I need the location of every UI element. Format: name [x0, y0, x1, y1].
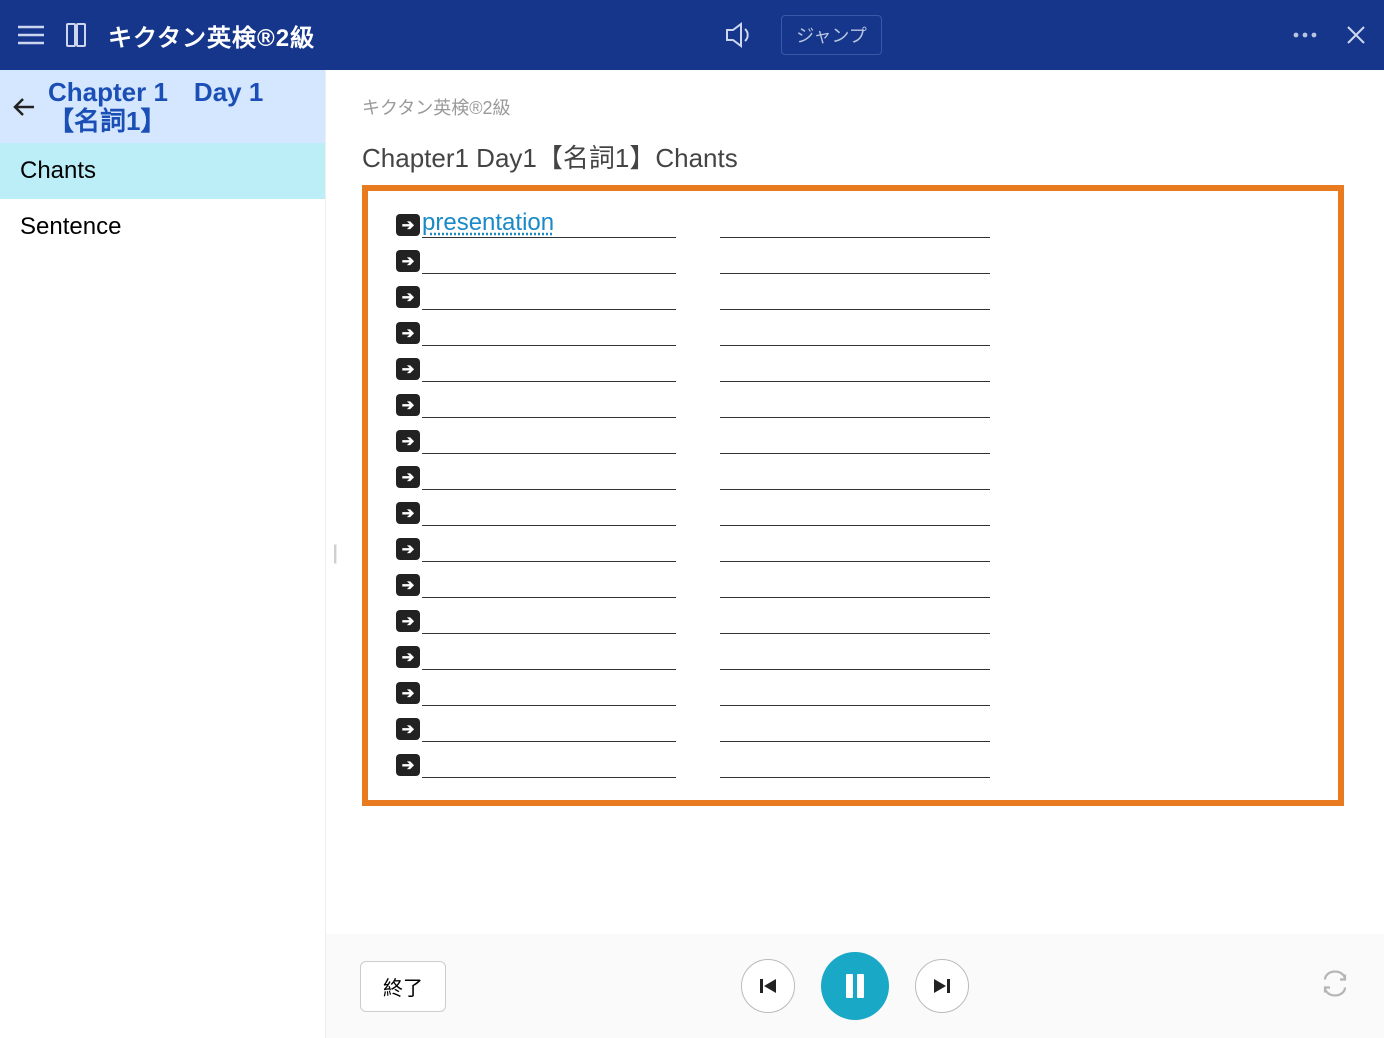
breadcrumb: キクタン英検®2級 [362, 94, 1344, 120]
vocab-word [422, 678, 676, 706]
vocab-meaning [720, 570, 990, 598]
vocab-row: ➔ [396, 498, 1310, 526]
back-icon[interactable] [12, 95, 36, 119]
vocab-row: ➔ [396, 714, 1310, 742]
menu-icon[interactable] [18, 25, 44, 45]
vocab-word [422, 282, 676, 310]
vocab-word [422, 534, 676, 562]
section-title: Chapter1 Day1【名詞1】Chants [362, 138, 1344, 175]
vocab-row: ➔ [396, 318, 1310, 346]
more-icon[interactable] [1292, 31, 1318, 39]
vocab-word [422, 606, 676, 634]
arrow-right-icon[interactable]: ➔ [396, 250, 420, 272]
vocab-word [422, 750, 676, 778]
vocab-row: ➔ [396, 462, 1310, 490]
vocab-word [422, 246, 676, 274]
arrow-right-icon[interactable]: ➔ [396, 502, 420, 524]
vocab-meaning [720, 606, 990, 634]
close-icon[interactable] [1346, 25, 1366, 45]
vocab-meaning [720, 714, 990, 742]
arrow-right-icon[interactable]: ➔ [396, 754, 420, 776]
vocab-meaning [720, 210, 990, 238]
player-bar: 終了 [326, 934, 1384, 1038]
repeat-icon[interactable] [1320, 971, 1350, 1002]
vocab-meaning [720, 498, 990, 526]
jump-button[interactable]: ジャンプ [781, 15, 882, 55]
arrow-right-icon[interactable]: ➔ [396, 538, 420, 560]
vocab-meaning [720, 642, 990, 670]
vocab-row: ➔ [396, 606, 1310, 634]
vocab-meaning [720, 282, 990, 310]
vocab-word [422, 462, 676, 490]
vocab-row: ➔ [396, 534, 1310, 562]
vocab-word [422, 714, 676, 742]
vocab-meaning [720, 354, 990, 382]
sidebar-item-chants[interactable]: Chants [0, 143, 325, 199]
app-header: キクタン英検®2級 ジャンプ [0, 0, 1384, 70]
end-button[interactable]: 終了 [360, 961, 446, 1012]
vocab-word [422, 354, 676, 382]
vocab-meaning [720, 678, 990, 706]
speaker-icon[interactable] [725, 22, 755, 48]
vocab-word [422, 318, 676, 346]
vocab-row: ➔ [396, 570, 1310, 598]
vocab-word [422, 570, 676, 598]
vocab-word[interactable]: presentation [422, 209, 676, 238]
vocab-meaning [720, 246, 990, 274]
arrow-right-icon[interactable]: ➔ [396, 646, 420, 668]
vocab-row: ➔ [396, 390, 1310, 418]
vocab-meaning [720, 750, 990, 778]
arrow-right-icon[interactable]: ➔ [396, 610, 420, 632]
vocab-meaning [720, 462, 990, 490]
vocab-row: ➔ [396, 354, 1310, 382]
vocab-row: ➔ [396, 750, 1310, 778]
vocab-meaning [720, 426, 990, 454]
vocab-word [422, 642, 676, 670]
app-title: キクタン英検®2級 [108, 18, 315, 53]
chapter-header[interactable]: Chapter 1 Day 1 【名詞1】 [0, 70, 325, 143]
vocab-row: ➔presentation [396, 209, 1310, 238]
arrow-right-icon[interactable]: ➔ [396, 286, 420, 308]
arrow-right-icon[interactable]: ➔ [396, 214, 420, 236]
next-track-button[interactable] [915, 959, 969, 1013]
vocab-word [422, 390, 676, 418]
arrow-right-icon[interactable]: ➔ [396, 394, 420, 416]
arrow-right-icon[interactable]: ➔ [396, 358, 420, 380]
prev-track-button[interactable] [741, 959, 795, 1013]
arrow-right-icon[interactable]: ➔ [396, 574, 420, 596]
vocab-row: ➔ [396, 246, 1310, 274]
vocab-row: ➔ [396, 426, 1310, 454]
arrow-right-icon[interactable]: ➔ [396, 322, 420, 344]
sidebar-item-sentence[interactable]: Sentence [0, 199, 325, 255]
vocab-meaning [720, 318, 990, 346]
book-icon[interactable] [64, 22, 88, 48]
vocab-panel: ➔presentation➔➔➔➔➔➔➔➔➔➔➔➔➔➔➔ [362, 185, 1344, 806]
arrow-right-icon[interactable]: ➔ [396, 718, 420, 740]
arrow-right-icon[interactable]: ➔ [396, 430, 420, 452]
arrow-right-icon[interactable]: ➔ [396, 682, 420, 704]
vocab-word [422, 426, 676, 454]
pause-button[interactable] [821, 952, 889, 1020]
vocab-meaning [720, 534, 990, 562]
vocab-word [422, 498, 676, 526]
sidebar: Chapter 1 Day 1 【名詞1】 ChantsSentence || [0, 70, 326, 1038]
vocab-row: ➔ [396, 678, 1310, 706]
vocab-row: ➔ [396, 282, 1310, 310]
chapter-title: Chapter 1 Day 1 【名詞1】 [48, 78, 313, 135]
vocab-meaning [720, 390, 990, 418]
arrow-right-icon[interactable]: ➔ [396, 466, 420, 488]
content-area: キクタン英検®2級 Chapter1 Day1【名詞1】Chants ➔pres… [326, 70, 1384, 934]
vocab-row: ➔ [396, 642, 1310, 670]
